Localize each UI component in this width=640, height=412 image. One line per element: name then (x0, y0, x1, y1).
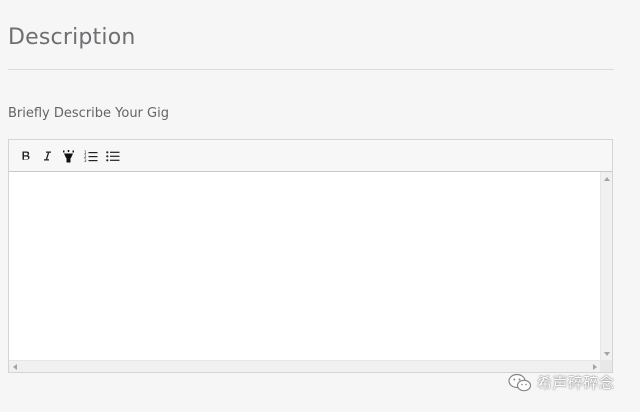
bold-icon (22, 151, 30, 160)
highlight-button[interactable] (59, 147, 77, 165)
watermark-text: 希声碎碎念 (537, 374, 615, 392)
section-divider (8, 69, 614, 70)
wechat-icon (508, 373, 532, 391)
scroll-up-arrow-icon[interactable] (604, 177, 610, 181)
vertical-scrollbar[interactable] (600, 172, 612, 361)
svg-text:3: 3 (84, 158, 87, 162)
scroll-down-arrow-icon[interactable] (604, 352, 610, 356)
bold-button[interactable] (17, 147, 35, 165)
scroll-left-arrow-icon[interactable] (13, 364, 17, 370)
resize-handle[interactable] (600, 360, 612, 372)
bullet-list-icon (106, 151, 120, 162)
description-textarea[interactable] (9, 172, 601, 361)
italic-icon (44, 151, 51, 161)
watermark: 希声碎碎念 (508, 372, 615, 393)
description-field-label: Briefly Describe Your Gig (8, 106, 169, 121)
ordered-list-icon: 1 2 3 (84, 150, 98, 162)
rich-text-editor: 1 2 3 (8, 139, 613, 373)
editor-toolbar: 1 2 3 (9, 140, 612, 172)
horizontal-scrollbar[interactable] (9, 360, 601, 372)
section-title: Description (8, 25, 136, 50)
bullet-list-button[interactable] (104, 147, 122, 165)
italic-button[interactable] (38, 147, 56, 165)
scroll-right-arrow-icon[interactable] (593, 364, 597, 370)
ordered-list-button[interactable]: 1 2 3 (82, 147, 100, 165)
highlighter-icon (62, 149, 74, 162)
